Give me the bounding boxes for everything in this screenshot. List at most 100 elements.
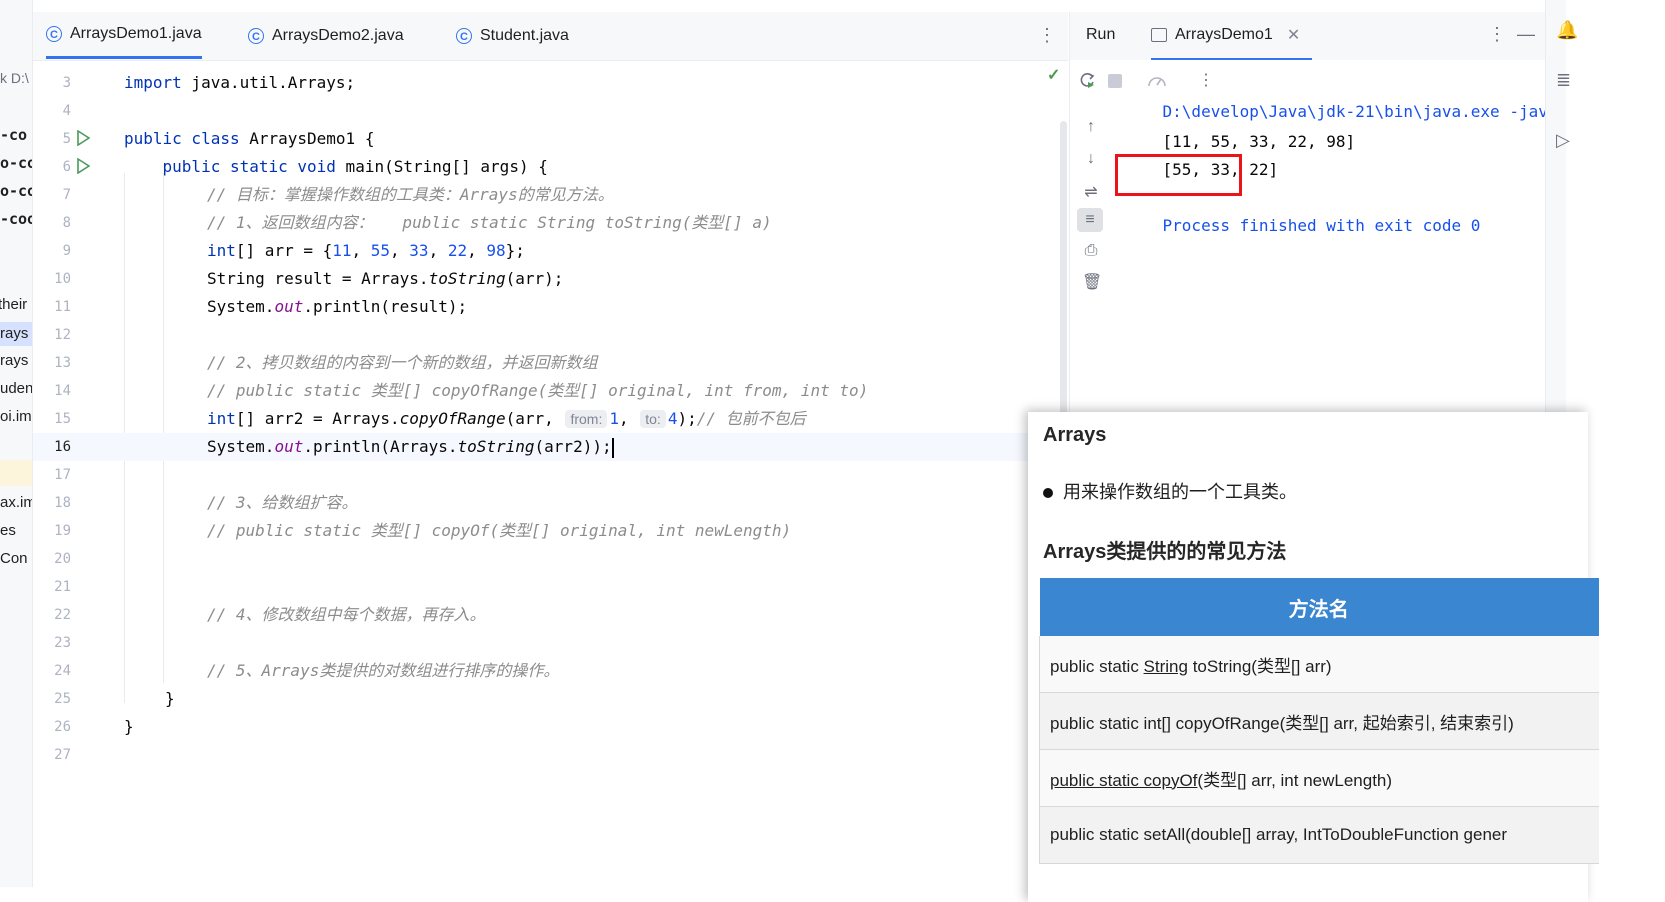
scroll-down-icon[interactable]: ↓ [1082, 150, 1100, 168]
run-panel-icon[interactable]: ▷ [1556, 130, 1570, 151]
project-tree-item[interactable]: rays [0, 352, 28, 369]
stop-icon[interactable] [1108, 74, 1122, 88]
editor-scrollbar[interactable] [1060, 121, 1067, 421]
print-icon[interactable]: ⎙ [1082, 242, 1100, 260]
more-options-icon[interactable]: ⋮ [1488, 24, 1506, 45]
line-number: 24 [54, 663, 71, 679]
code-line-24: // 5、Arrays类提供的对数组进行排序的操作。 [207, 661, 560, 680]
indent-guide [163, 173, 164, 683]
line-number: 6 [62, 159, 71, 175]
project-tree-item[interactable]: Con [0, 550, 28, 567]
code-line-5: public class ArraysDemo1 { [124, 129, 375, 148]
line-number: 25 [54, 691, 71, 707]
line-number: 18 [54, 495, 71, 511]
tab-arraysdemo1[interactable]: C ArraysDemo1.java [46, 12, 202, 59]
java-class-icon: C [46, 26, 62, 42]
editor-tab-bar: C ArraysDemo1.java C ArraysDemo2.java C … [33, 12, 1068, 61]
project-tree-item[interactable]: o-co [0, 182, 32, 200]
line-number: 19 [54, 523, 71, 539]
method-table: 方法名 public static String toString(类型[] a… [1039, 578, 1599, 864]
code-line-6: public static void main(String[] args) { [162, 157, 548, 176]
project-tree-item[interactable]: oi.im [0, 408, 32, 425]
table-row: public static copyOf(类型[] arr, int newLe… [1039, 749, 1599, 807]
project-tree-highlight [0, 460, 32, 486]
slide-title: Arrays [1043, 424, 1107, 446]
close-tab-icon[interactable]: ✕ [1287, 25, 1300, 45]
table-row: public static int[] copyOfRange(类型[] arr… [1039, 692, 1599, 750]
param-hint-to: to: [640, 410, 666, 428]
console-command: D:\develop\Java\jdk-21\bin\java.exe -jav… [1162, 102, 1558, 121]
no-problems-check-icon: ✓ [1047, 67, 1061, 84]
project-tree-item[interactable]: -coo [0, 210, 32, 228]
debug-speedometer-icon[interactable] [1146, 72, 1168, 90]
code-line-13: // 2、拷贝数组的内容到一个新的数组，并返回新数组 [207, 353, 598, 372]
java-class-icon: C [456, 27, 472, 44]
java-class-icon: C [248, 27, 264, 44]
tab-arraysdemo2[interactable]: C ArraysDemo2.java [248, 12, 404, 59]
project-tree-item[interactable]: uden [0, 380, 32, 397]
code-line-15: int[] arr2 = Arrays.copyOfRange(arr, fro… [207, 409, 806, 428]
table-row: public static setAll(double[] array, Int… [1039, 806, 1599, 864]
run-class-icon[interactable] [76, 130, 90, 146]
project-tree-item[interactable]: -co [0, 126, 27, 144]
line-number: 5 [62, 131, 71, 147]
project-tree-item[interactable]: es [0, 522, 16, 539]
line-number: 12 [54, 327, 71, 343]
line-number: 27 [54, 747, 71, 763]
line-number: 22 [54, 607, 71, 623]
console-output-line-1: [11, 55, 33, 22, 98] [1162, 132, 1356, 151]
tabs-more-icon[interactable]: ⋮ [1038, 25, 1056, 46]
line-number: 17 [54, 467, 71, 483]
bullet-dot-icon [1043, 488, 1053, 498]
code-editor[interactable]: ✓ 3 import java.util.Arrays; 4 5 public … [33, 61, 1068, 887]
line-number: 8 [62, 215, 71, 231]
tab-label: ArraysDemo1.java [70, 25, 202, 42]
line-number: 4 [62, 103, 71, 119]
code-line-3: import java.util.Arrays; [124, 73, 356, 92]
code-line-16: System.out.println(Arrays.toString(arr2)… [207, 437, 614, 458]
project-root-path[interactable]: k D:\ [0, 70, 29, 86]
red-annotation-box [1115, 154, 1242, 196]
project-tree-item-selected[interactable]: rays [0, 322, 32, 346]
run-tab-label: ArraysDemo1 [1175, 26, 1273, 43]
soft-wrap-icon[interactable]: ⇌ [1082, 182, 1100, 201]
tab-student[interactable]: C Student.java [456, 12, 569, 59]
rerun-icon[interactable] [1078, 72, 1098, 90]
line-number: 26 [54, 719, 71, 735]
tab-label: Student.java [480, 26, 569, 44]
database-icon[interactable]: ≣ [1556, 70, 1571, 91]
code-line-8: // 1、返回数组内容： public static String toStri… [207, 213, 772, 232]
project-panel-strip: k D:\ -co o-co o-co -coo their rays rays… [0, 0, 33, 887]
code-line-18: // 3、给数组扩容。 [207, 493, 358, 512]
run-main-icon[interactable] [76, 158, 90, 174]
minimize-icon[interactable]: — [1517, 24, 1535, 45]
notifications-bell-icon[interactable]: 🔔 [1556, 20, 1578, 41]
table-row: public static String toString(类型[] arr) [1039, 636, 1599, 693]
code-line-25: } [165, 689, 175, 708]
line-number: 20 [54, 551, 71, 567]
line-number: 10 [54, 271, 71, 287]
scroll-up-icon[interactable]: ↑ [1082, 118, 1100, 136]
clear-trash-icon[interactable]: 🗑 [1082, 272, 1102, 291]
tab-label: ArraysDemo2.java [272, 26, 404, 44]
bullet-text: 用来操作数组的一个工具类。 [1063, 482, 1297, 502]
project-tree-item[interactable]: o-co [0, 154, 32, 172]
more-actions-icon[interactable]: ⋮ [1198, 70, 1214, 90]
slide-bullet: 用来操作数组的一个工具类。 [1043, 478, 1297, 504]
line-number: 14 [54, 383, 71, 399]
code-line-11: System.out.println(result); [207, 297, 468, 316]
run-tab-arraysdemo1[interactable]: ArraysDemo1 ✕ [1151, 12, 1313, 60]
code-line-7: // 目标：掌握操作数组的工具类：Arrays的常见方法。 [207, 185, 614, 204]
line-number: 15 [54, 411, 71, 427]
slide-subtitle: Arrays类提供的的常见方法 [1043, 541, 1287, 563]
project-tree-item[interactable]: their [0, 296, 27, 313]
scroll-to-end-icon[interactable]: ≡ [1077, 208, 1103, 232]
line-number: 13 [54, 355, 71, 371]
console-icon [1151, 28, 1167, 42]
run-header: Run ArraysDemo1 ✕ ⋮ — [1070, 12, 1545, 60]
line-number: 7 [62, 187, 71, 203]
project-tree-item[interactable]: ax.im [0, 494, 32, 511]
console-exit-message: Process finished with exit code 0 [1162, 216, 1481, 235]
line-number: 21 [54, 579, 71, 595]
code-line-26: } [124, 717, 134, 736]
